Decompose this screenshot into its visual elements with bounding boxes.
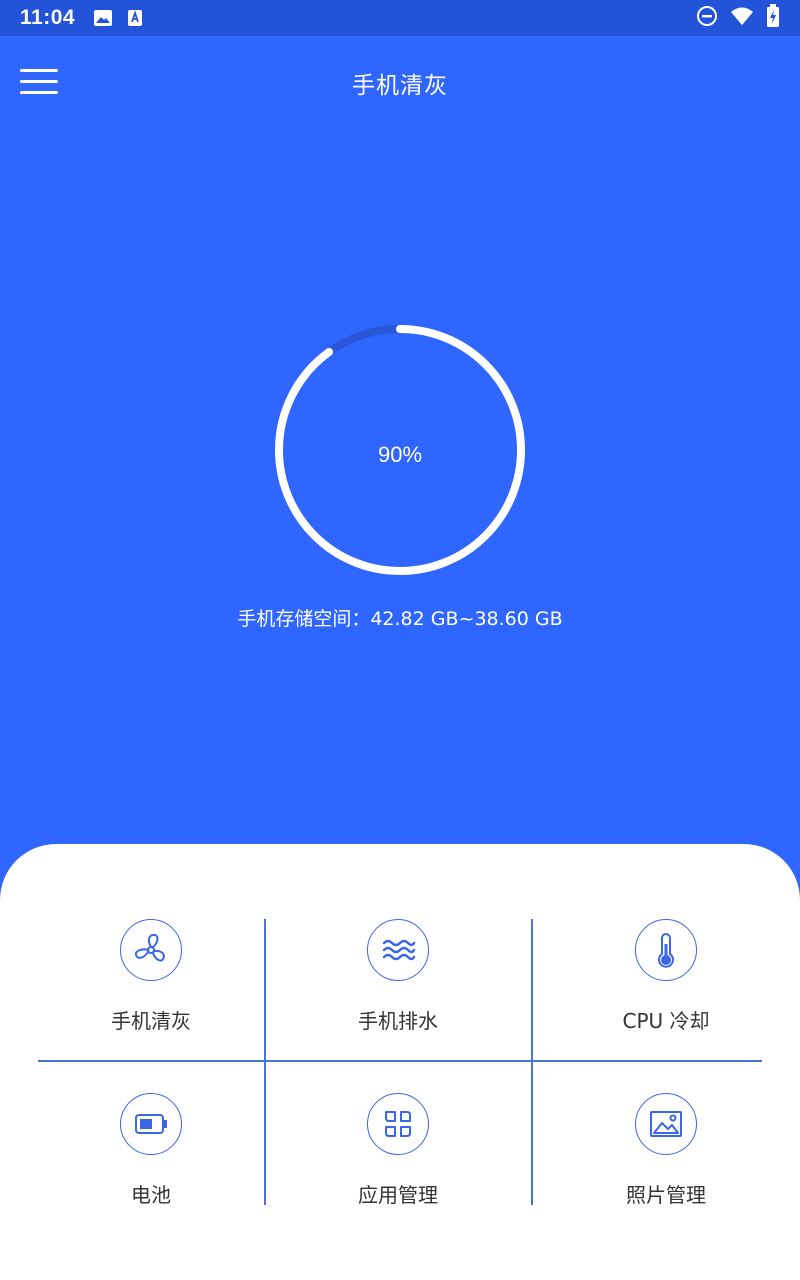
image-icon — [93, 9, 113, 27]
page-title: 手机清灰 — [352, 73, 448, 99]
feature-grid: 手机清灰 手机排水 CPU 冷却 电池 应用管理 照片管理 — [38, 919, 762, 1208]
a-badge-icon — [127, 9, 143, 27]
feature-app-manage[interactable]: 应用管理 — [265, 1093, 531, 1208]
apps-grid-icon — [367, 1093, 429, 1155]
wifi-icon — [730, 6, 754, 31]
feature-dust-clean[interactable]: 手机清灰 — [38, 919, 264, 1034]
feature-photo-manage[interactable]: 照片管理 — [533, 1093, 799, 1208]
water-waves-icon — [367, 919, 429, 981]
feature-battery[interactable]: 电池 — [38, 1093, 264, 1208]
feature-label: 应用管理 — [358, 1183, 438, 1207]
status-bar: 11:04 — [0, 0, 800, 36]
feature-cpu-cool[interactable]: CPU 冷却 — [533, 919, 799, 1034]
status-time: 11:04 — [20, 6, 76, 29]
gauge-percent: 90% — [377, 442, 423, 467]
do-not-disturb-icon — [696, 5, 718, 32]
feature-panel: 手机清灰 手机排水 CPU 冷却 电池 应用管理 照片管理 — [0, 844, 800, 1280]
feature-label: 电池 — [131, 1183, 171, 1207]
feature-label: 手机清灰 — [111, 1009, 191, 1033]
storage-text: 手机存储空间：42.82 GB~38.60 GB — [237, 608, 563, 630]
feature-drain-water[interactable]: 手机排水 — [265, 919, 531, 1034]
feature-label: 手机排水 — [358, 1009, 438, 1033]
battery-icon — [120, 1093, 182, 1155]
fan-icon — [120, 919, 182, 981]
battery-charging-icon — [766, 3, 780, 33]
feature-label: 照片管理 — [626, 1183, 706, 1207]
thermometer-icon — [635, 919, 697, 981]
photo-icon — [635, 1093, 697, 1155]
grid-divider — [38, 1060, 762, 1062]
feature-label: CPU 冷却 — [622, 1009, 710, 1033]
